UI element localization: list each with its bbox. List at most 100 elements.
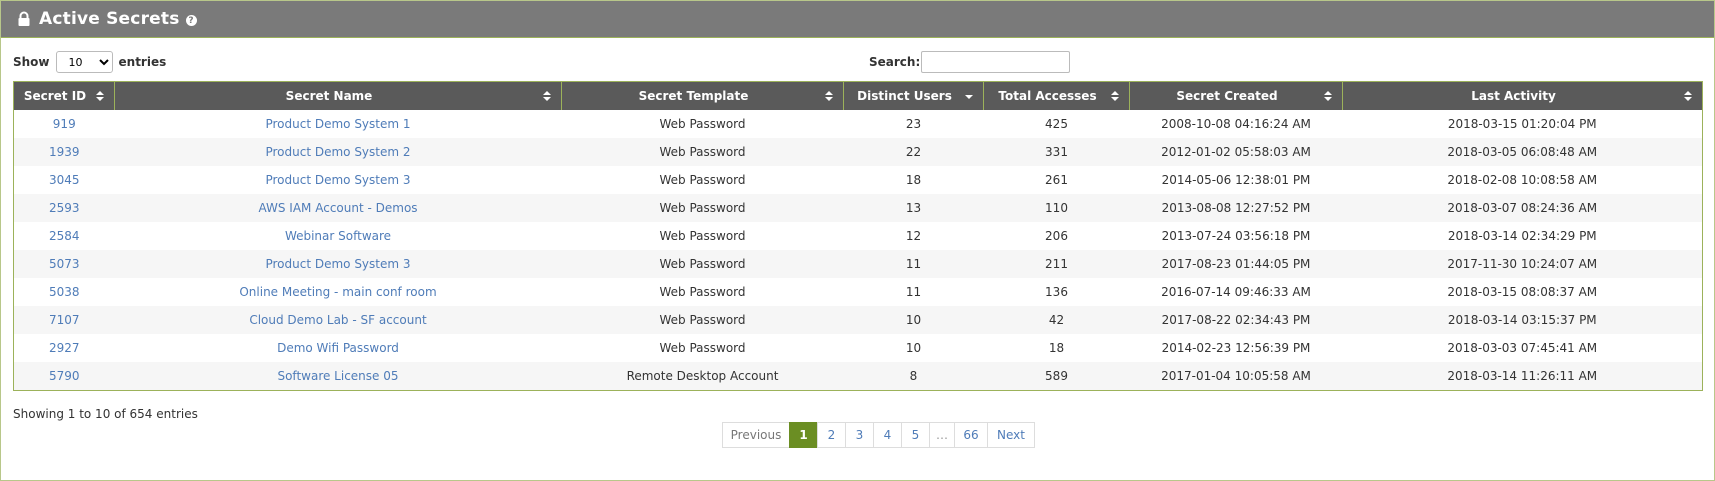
cell-secret-created: 2014-05-06 12:38:01 PM xyxy=(1129,166,1343,194)
sort-icon xyxy=(825,91,833,101)
cell-total-accesses: 206 xyxy=(983,222,1130,250)
entries-select[interactable]: 10 xyxy=(55,51,113,73)
table-row: 5038 Online Meeting - main conf room Web P… xyxy=(13,278,1703,306)
search-control: Search: xyxy=(869,51,1071,73)
next-page-button[interactable]: Next xyxy=(987,422,1035,448)
panel-title: Active Secrets xyxy=(39,9,180,29)
cell-secret-name: AWS IAM Account - Demos xyxy=(114,194,562,222)
table-header-row: Secret ID Secret Name Secret Template Di… xyxy=(13,81,1703,110)
column-header-secret-template[interactable]: Secret Template xyxy=(561,81,844,110)
cell-secret-created: 2017-08-22 02:34:43 PM xyxy=(1129,306,1343,334)
secret-name-link[interactable]: Product Demo System 1 xyxy=(265,117,410,131)
secret-name-link[interactable]: Software License 05 xyxy=(277,369,398,383)
previous-page-button[interactable]: Previous xyxy=(722,422,790,448)
cell-secret-id: 919 xyxy=(13,110,115,138)
cell-secret-name: Cloud Demo Lab - SF account xyxy=(114,306,562,334)
sort-icon xyxy=(1684,91,1692,101)
page-button-last[interactable]: 66 xyxy=(954,422,988,448)
secret-id-link[interactable]: 919 xyxy=(53,117,76,131)
secret-id-link[interactable]: 2584 xyxy=(49,229,80,243)
cell-distinct-users: 11 xyxy=(843,250,984,278)
table-row: 1939 Product Demo System 2 Web Password 22 3… xyxy=(13,138,1703,166)
cell-secret-name: Webinar Software xyxy=(114,222,562,250)
entries-label: entries xyxy=(118,55,167,69)
cell-distinct-users: 22 xyxy=(843,138,984,166)
secret-id-link[interactable]: 7107 xyxy=(49,313,80,327)
secrets-table: Secret ID Secret Name Secret Template Di… xyxy=(13,81,1703,391)
cell-total-accesses: 261 xyxy=(983,166,1130,194)
cell-total-accesses: 110 xyxy=(983,194,1130,222)
column-header-secret-created[interactable]: Secret Created xyxy=(1129,81,1343,110)
page-button-1[interactable]: 1 xyxy=(789,422,818,448)
column-header-distinct-users[interactable]: Distinct Users xyxy=(843,81,984,110)
cell-secret-name: Product Demo System 3 xyxy=(114,250,562,278)
table-row: 3045 Product Demo System 3 Web Password 18 2… xyxy=(13,166,1703,194)
column-header-secret-id[interactable]: Secret ID xyxy=(13,81,115,110)
cell-secret-created: 2016-07-14 09:46:33 AM xyxy=(1129,278,1343,306)
sort-icon xyxy=(96,91,104,101)
lock-icon xyxy=(18,11,30,26)
secret-id-link[interactable]: 5790 xyxy=(49,369,80,383)
sort-icon xyxy=(1111,91,1119,101)
page-button-5[interactable]: 5 xyxy=(901,422,930,448)
secret-name-link[interactable]: Online Meeting - main conf room xyxy=(239,285,436,299)
cell-secret-created: 2013-07-24 03:56:18 PM xyxy=(1129,222,1343,250)
table-row: 2927 Demo Wifi Password Web Password 10 18 20… xyxy=(13,334,1703,362)
pagination: Previous 1 2 3 4 5 … 66 Next xyxy=(722,422,1035,448)
page-button-3[interactable]: 3 xyxy=(845,422,874,448)
cell-last-activity: 2018-03-03 07:45:41 AM xyxy=(1342,334,1703,362)
secret-id-link[interactable]: 1939 xyxy=(49,145,80,159)
page-button-2[interactable]: 2 xyxy=(817,422,846,448)
cell-secret-template: Web Password xyxy=(561,278,844,306)
secret-name-link[interactable]: Product Demo System 3 xyxy=(265,257,410,271)
page-button-4[interactable]: 4 xyxy=(873,422,902,448)
cell-last-activity: 2018-03-07 08:24:36 AM xyxy=(1342,194,1703,222)
column-header-last-activity[interactable]: Last Activity xyxy=(1342,81,1703,110)
cell-total-accesses: 589 xyxy=(983,362,1130,391)
cell-secret-created: 2014-02-23 12:56:39 PM xyxy=(1129,334,1343,362)
cell-secret-name: Product Demo System 1 xyxy=(114,110,562,138)
table-controls: Show 10 entries Search: xyxy=(13,51,1702,75)
cell-secret-name: Online Meeting - main conf room xyxy=(114,278,562,306)
secret-name-link[interactable]: Cloud Demo Lab - SF account xyxy=(249,313,426,327)
cell-last-activity: 2018-03-14 11:26:11 AM xyxy=(1342,362,1703,391)
cell-distinct-users: 10 xyxy=(843,334,984,362)
secret-name-link[interactable]: Webinar Software xyxy=(285,229,391,243)
search-label: Search: xyxy=(869,55,921,69)
cell-last-activity: 2018-03-14 03:15:37 PM xyxy=(1342,306,1703,334)
column-header-total-accesses[interactable]: Total Accesses xyxy=(983,81,1130,110)
cell-secret-created: 2013-08-08 12:27:52 PM xyxy=(1129,194,1343,222)
cell-secret-id: 7107 xyxy=(13,306,115,334)
search-input[interactable] xyxy=(921,51,1071,73)
secret-id-link[interactable]: 2593 xyxy=(49,201,80,215)
question-icon[interactable]: ? xyxy=(185,15,197,26)
cell-last-activity: 2018-03-15 01:20:04 PM xyxy=(1342,110,1703,138)
cell-total-accesses: 331 xyxy=(983,138,1130,166)
cell-secret-id: 2593 xyxy=(13,194,115,222)
cell-secret-template: Remote Desktop Account xyxy=(561,362,844,391)
secret-id-link[interactable]: 2927 xyxy=(49,341,80,355)
secret-id-link[interactable]: 3045 xyxy=(49,173,80,187)
secret-name-link[interactable]: Demo Wifi Password xyxy=(277,341,399,355)
secret-id-link[interactable]: 5073 xyxy=(49,257,80,271)
sort-icon xyxy=(543,91,551,101)
secret-id-link[interactable]: 5038 xyxy=(49,285,80,299)
table-row: 5790 Software License 05 Remote Desktop Ac… xyxy=(13,362,1703,391)
secret-name-link[interactable]: Product Demo System 2 xyxy=(265,145,410,159)
cell-secret-id: 5038 xyxy=(13,278,115,306)
table-row: 2593 AWS IAM Account - Demos Web Password 1… xyxy=(13,194,1703,222)
cell-last-activity: 2018-03-15 08:08:37 AM xyxy=(1342,278,1703,306)
cell-distinct-users: 11 xyxy=(843,278,984,306)
cell-total-accesses: 211 xyxy=(983,250,1130,278)
panel-header: Active Secrets ? xyxy=(1,1,1714,38)
cell-last-activity: 2018-03-14 02:34:29 PM xyxy=(1342,222,1703,250)
cell-secret-template: Web Password xyxy=(561,334,844,362)
cell-secret-name: Product Demo System 3 xyxy=(114,166,562,194)
cell-secret-template: Web Password xyxy=(561,222,844,250)
column-header-secret-name[interactable]: Secret Name xyxy=(114,81,562,110)
cell-distinct-users: 13 xyxy=(843,194,984,222)
show-label: Show xyxy=(13,55,50,69)
table-info: Showing 1 to 10 of 654 entries xyxy=(13,407,198,421)
secret-name-link[interactable]: Product Demo System 3 xyxy=(265,173,410,187)
secret-name-link[interactable]: AWS IAM Account - Demos xyxy=(258,201,417,215)
